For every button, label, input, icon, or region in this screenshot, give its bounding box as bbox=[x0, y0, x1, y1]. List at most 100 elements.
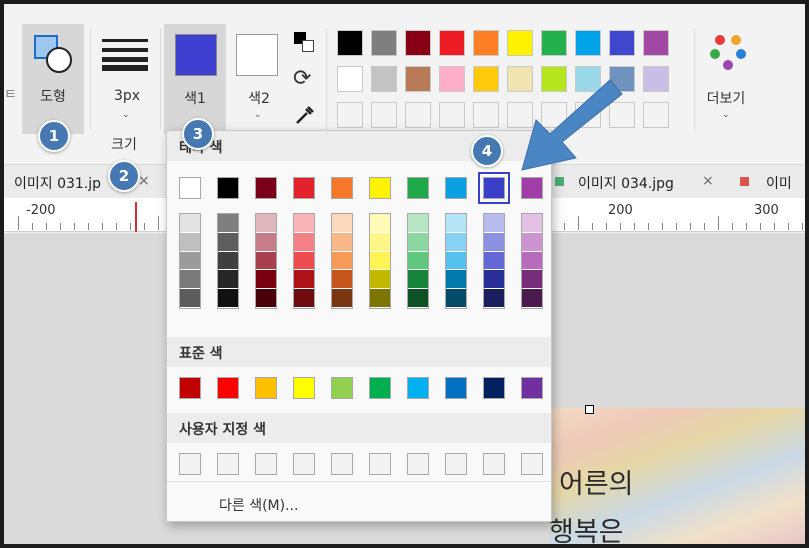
custom-color-swatch[interactable] bbox=[293, 453, 315, 475]
shade-swatch[interactable] bbox=[180, 214, 200, 233]
palette-swatch[interactable] bbox=[337, 102, 363, 128]
shade-swatch[interactable] bbox=[256, 214, 276, 233]
tab-image-031[interactable]: 이미지 031.jp bbox=[14, 173, 101, 193]
shade-swatch[interactable] bbox=[218, 251, 238, 271]
standard-color-swatch[interactable] bbox=[255, 377, 277, 399]
shapes-button[interactable]: 도형 bbox=[22, 24, 84, 134]
palette-swatch[interactable] bbox=[371, 102, 397, 128]
shade-swatch[interactable] bbox=[370, 251, 390, 271]
shade-swatch[interactable] bbox=[180, 270, 200, 290]
shade-swatch[interactable] bbox=[446, 214, 466, 233]
shade-swatch[interactable] bbox=[218, 270, 238, 290]
shade-swatch[interactable] bbox=[294, 270, 314, 290]
palette-swatch[interactable] bbox=[371, 66, 397, 92]
theme-color-swatch[interactable] bbox=[407, 177, 429, 199]
custom-color-swatch[interactable] bbox=[255, 453, 277, 475]
shade-swatch[interactable] bbox=[484, 251, 504, 271]
shade-swatch[interactable] bbox=[294, 232, 314, 252]
palette-swatch[interactable] bbox=[405, 30, 431, 56]
size-button[interactable]: 3px ⌄ bbox=[96, 24, 158, 134]
shade-swatch[interactable] bbox=[446, 289, 466, 308]
shade-swatch[interactable] bbox=[522, 289, 542, 308]
palette-swatch[interactable] bbox=[575, 30, 601, 56]
tab-close-icon[interactable]: × bbox=[702, 173, 714, 189]
shade-swatch[interactable] bbox=[332, 251, 352, 271]
shade-swatch[interactable] bbox=[370, 270, 390, 290]
shade-swatch[interactable] bbox=[408, 251, 428, 271]
standard-color-swatch[interactable] bbox=[179, 377, 201, 399]
shade-swatch[interactable] bbox=[256, 270, 276, 290]
custom-color-swatch[interactable] bbox=[217, 453, 239, 475]
theme-color-swatch[interactable] bbox=[217, 177, 239, 199]
custom-color-swatch[interactable] bbox=[179, 453, 201, 475]
theme-color-swatch[interactable] bbox=[445, 177, 467, 199]
shade-swatch[interactable] bbox=[484, 270, 504, 290]
shade-swatch[interactable] bbox=[180, 251, 200, 271]
shade-swatch[interactable] bbox=[522, 270, 542, 290]
palette-swatch[interactable] bbox=[439, 102, 465, 128]
palette-swatch[interactable] bbox=[405, 66, 431, 92]
standard-color-swatch[interactable] bbox=[521, 377, 543, 399]
shade-swatch[interactable] bbox=[522, 232, 542, 252]
shade-swatch[interactable] bbox=[332, 232, 352, 252]
shade-swatch[interactable] bbox=[332, 289, 352, 308]
shade-swatch[interactable] bbox=[408, 214, 428, 233]
shade-swatch[interactable] bbox=[370, 289, 390, 308]
shade-swatch[interactable] bbox=[294, 251, 314, 271]
custom-color-swatch[interactable] bbox=[369, 453, 391, 475]
standard-color-swatch[interactable] bbox=[445, 377, 467, 399]
palette-swatch[interactable] bbox=[473, 66, 499, 92]
theme-color-swatch[interactable] bbox=[521, 177, 543, 199]
shade-swatch[interactable] bbox=[408, 289, 428, 308]
palette-swatch[interactable] bbox=[609, 30, 635, 56]
shade-swatch[interactable] bbox=[370, 232, 390, 252]
shade-swatch[interactable] bbox=[256, 289, 276, 308]
palette-swatch[interactable] bbox=[473, 30, 499, 56]
palette-swatch[interactable] bbox=[371, 30, 397, 56]
tab-image-partial[interactable]: 이미 bbox=[766, 173, 792, 193]
palette-swatch[interactable] bbox=[643, 30, 669, 56]
theme-color-swatch-selected[interactable] bbox=[478, 172, 510, 204]
shade-swatch[interactable] bbox=[256, 251, 276, 271]
palette-swatch[interactable] bbox=[643, 66, 669, 92]
shade-swatch[interactable] bbox=[446, 251, 466, 271]
shade-swatch[interactable] bbox=[522, 251, 542, 271]
palette-swatch[interactable] bbox=[337, 30, 363, 56]
shade-swatch[interactable] bbox=[256, 232, 276, 252]
palette-swatch[interactable] bbox=[541, 30, 567, 56]
palette-swatch[interactable] bbox=[473, 102, 499, 128]
custom-color-swatch[interactable] bbox=[445, 453, 467, 475]
custom-color-swatch[interactable] bbox=[331, 453, 353, 475]
custom-color-swatch[interactable] bbox=[521, 453, 543, 475]
swap-colors-icon[interactable] bbox=[294, 32, 316, 54]
shade-swatch[interactable] bbox=[446, 232, 466, 252]
custom-color-swatch[interactable] bbox=[407, 453, 429, 475]
shade-swatch[interactable] bbox=[294, 289, 314, 308]
standard-color-swatch[interactable] bbox=[217, 377, 239, 399]
shade-swatch[interactable] bbox=[218, 232, 238, 252]
shade-swatch[interactable] bbox=[408, 270, 428, 290]
palette-swatch[interactable] bbox=[507, 30, 533, 56]
more-colors-button[interactable]: 더보기 ⌄ bbox=[698, 24, 754, 134]
shade-swatch[interactable] bbox=[332, 270, 352, 290]
palette-swatch[interactable] bbox=[405, 102, 431, 128]
theme-color-swatch[interactable] bbox=[293, 177, 315, 199]
shade-swatch[interactable] bbox=[370, 214, 390, 233]
theme-color-swatch[interactable] bbox=[255, 177, 277, 199]
palette-swatch[interactable] bbox=[439, 66, 465, 92]
theme-color-swatch[interactable] bbox=[331, 177, 353, 199]
eyedropper-icon[interactable] bbox=[294, 104, 316, 126]
shade-swatch[interactable] bbox=[522, 214, 542, 233]
shade-swatch[interactable] bbox=[218, 289, 238, 308]
standard-color-swatch[interactable] bbox=[407, 377, 429, 399]
palette-swatch[interactable] bbox=[337, 66, 363, 92]
shade-swatch[interactable] bbox=[484, 289, 504, 308]
standard-color-swatch[interactable] bbox=[293, 377, 315, 399]
theme-color-swatch[interactable] bbox=[369, 177, 391, 199]
shade-swatch[interactable] bbox=[408, 232, 428, 252]
theme-color-swatch[interactable] bbox=[179, 177, 201, 199]
shade-swatch[interactable] bbox=[484, 232, 504, 252]
color2-button[interactable]: 색2 ⌄ bbox=[230, 24, 288, 134]
custom-color-swatch[interactable] bbox=[483, 453, 505, 475]
standard-color-swatch[interactable] bbox=[331, 377, 353, 399]
